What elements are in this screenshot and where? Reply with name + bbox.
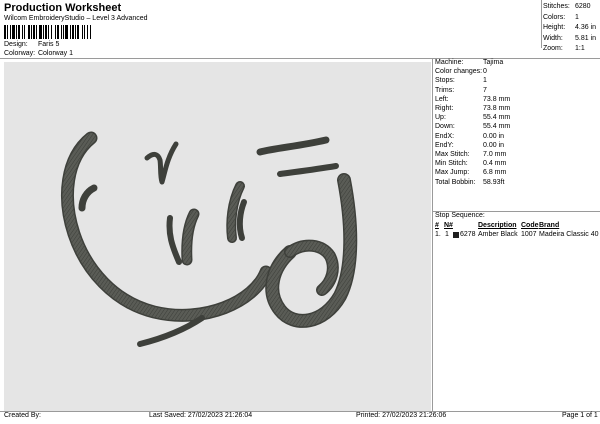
endx-row: EndX: 0.00 in (435, 132, 510, 141)
stat-label: Colors: (543, 13, 566, 21)
embroidery-design-image (61, 131, 358, 347)
endx-label: EndX: (435, 132, 455, 140)
min-stitch-value: 0.4 mm (483, 160, 507, 168)
machine-row: Machine: Tajima (435, 58, 510, 67)
design-name-row: Design: Faris 5 (4, 41, 59, 48)
up-row: Up: 55.4 mm (435, 113, 510, 122)
left-label: Left: (435, 95, 449, 103)
color-changes-row: Color changes:0 (435, 67, 510, 76)
stat-value: 1 (575, 13, 579, 21)
footer-last-saved: Last Saved: 27/02/2023 21:26:04 (149, 412, 253, 419)
stop-row-needle: 1 (445, 231, 449, 238)
stat-value: 1:1 (575, 45, 585, 52)
footer-created-by: Created By: (4, 412, 41, 419)
max-jump-label: Max Jump: (435, 169, 470, 177)
right-value: 73.8 mm (483, 105, 511, 113)
column-header-needle: N# (444, 222, 453, 229)
min-stitch-label: Min Stitch: (435, 160, 468, 168)
design-preview (4, 62, 431, 411)
software-name: Wilcom EmbroideryStudio – Level 3 Advanc… (4, 15, 148, 22)
barcode-image (4, 25, 91, 39)
column-header-number: # (435, 222, 439, 229)
stat-width: Width: 5.81 in (543, 34, 596, 45)
footer-printed: Printed: 27/02/2023 21:26:06 (356, 412, 447, 419)
trims-row: Trims: 7 (435, 86, 510, 95)
min-stitch-row: Min Stitch: 0.4 mm (435, 159, 510, 168)
stat-label: Zoom: (543, 45, 563, 52)
stops-value: 1 (483, 77, 487, 85)
column-header-description: Description (478, 222, 517, 229)
colorway-value: Colorway 1 (37, 50, 73, 57)
total-bobbin-label: Total Bobbin: (435, 178, 476, 186)
trims-label: Trims: (435, 86, 455, 94)
total-bobbin-value: 58.93ft (483, 178, 505, 186)
stop-row-description: Amber Black (478, 231, 518, 238)
left-value: 73.8 mm (483, 95, 511, 103)
up-label: Up: (435, 114, 446, 122)
right-label: Right: (435, 105, 454, 113)
machine-label: Machine: (435, 59, 464, 66)
down-value: 55.4 mm (483, 123, 511, 131)
right-panel-divider (432, 58, 433, 412)
footer-divider (0, 411, 600, 412)
stat-stitches: Stitches: 6280 (543, 2, 596, 13)
trims-value: 7 (483, 86, 487, 94)
color-changes-value: 0 (483, 68, 487, 76)
max-jump-row: Max Jump: 6.8 mm (435, 168, 510, 177)
stats-divider (541, 0, 542, 48)
footer-page-number: Page 1 of 1 (562, 412, 598, 419)
stat-colors: Colors: 1 (543, 13, 596, 24)
stop-row-stitches: 6278 (460, 231, 476, 238)
max-stitch-label: Max Stitch: (435, 151, 470, 159)
thread-color-swatch (453, 232, 459, 238)
design-name-label: Design: (4, 41, 28, 48)
stat-label: Height: (543, 24, 566, 31)
stat-height: Height: 4.36 in (543, 23, 596, 34)
page-title: Production Worksheet (4, 2, 122, 14)
stat-value: 5.81 in (575, 34, 597, 42)
max-jump-value: 6.8 mm (483, 169, 507, 177)
design-name-value: Faris 5 (37, 41, 60, 48)
machine-value: Tajima (483, 59, 504, 66)
colorway-label: Colorway: (4, 50, 36, 57)
up-value: 55.4 mm (483, 114, 511, 122)
right-row: Right: 73.8 mm (435, 104, 510, 113)
stops-label: Stops: (435, 77, 455, 85)
colorway-row: Colorway: Colorway 1 (4, 50, 73, 57)
stop-row-brand: Madeira Classic 40 (539, 231, 599, 238)
stat-label: Stitches: (543, 3, 570, 10)
endx-value: 0.00 in (483, 132, 505, 140)
down-label: Down: (435, 123, 455, 131)
stat-value: 4.36 in (575, 24, 597, 31)
stat-value: 6280 (575, 3, 591, 10)
stops-row: Stops: 1 (435, 76, 510, 85)
machine-info: Machine: Tajima Color changes:0 Stops: 1 T… (435, 58, 510, 187)
endy-value: 0.00 in (483, 141, 505, 149)
stat-label: Width: (543, 34, 563, 42)
column-header-code: Code (521, 222, 539, 229)
stop-sequence-label: Stop Sequence: (435, 212, 485, 219)
down-row: Down: 55.4 mm (435, 122, 510, 131)
endy-label: EndY: (435, 141, 454, 149)
max-stitch-value: 7.0 mm (483, 151, 507, 159)
color-changes-label: Color changes: (435, 68, 483, 76)
max-stitch-row: Max Stitch: 7.0 mm (435, 150, 510, 159)
stop-row-code: 1007 (521, 231, 537, 238)
left-row: Left: 73.8 mm (435, 95, 510, 104)
stop-row-number: 1. (435, 231, 441, 238)
total-bobbin-row: Total Bobbin: 58.93ft (435, 178, 510, 187)
stat-zoom: Zoom: 1:1 (543, 44, 596, 55)
endy-row: EndY: 0.00 in (435, 141, 510, 150)
column-header-brand: Brand (539, 222, 560, 229)
design-stats: Stitches: 6280 Colors: 1 Height: 4.36 in Wi… (543, 2, 596, 55)
